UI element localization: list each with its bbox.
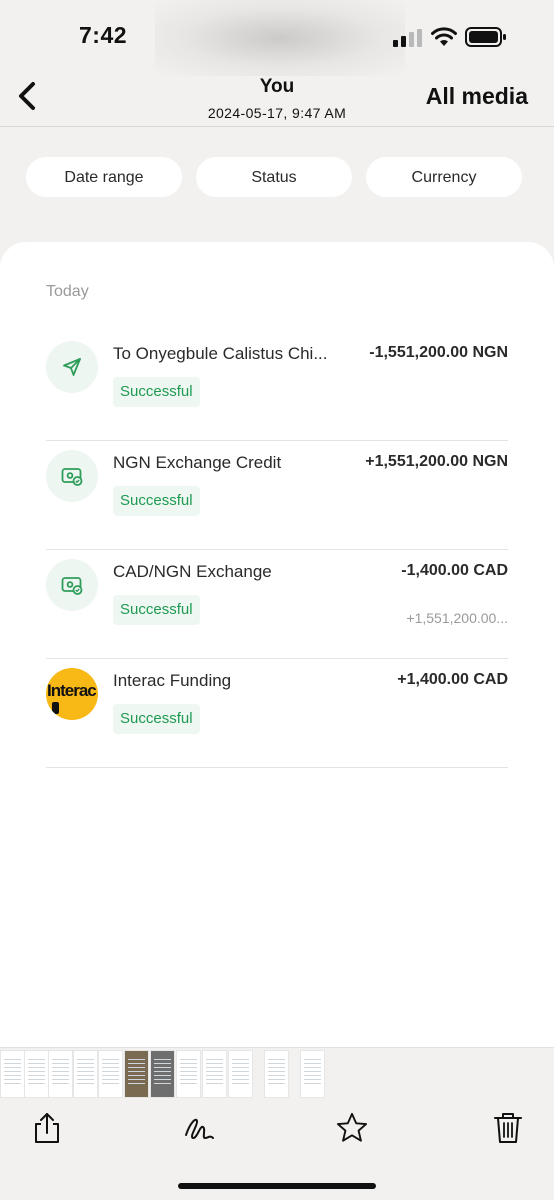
exchange-icon xyxy=(46,559,98,611)
status-badge: Successful xyxy=(113,595,200,625)
photo-thumbnail-strip[interactable] xyxy=(0,1047,554,1099)
photo-thumbnail[interactable] xyxy=(48,1050,73,1098)
photo-thumbnail[interactable] xyxy=(124,1050,149,1098)
photo-thumbnail[interactable] xyxy=(0,1050,25,1098)
photo-thumbnail[interactable] xyxy=(264,1050,289,1098)
exchange-icon xyxy=(46,450,98,502)
star-icon[interactable] xyxy=(336,1111,368,1145)
filter-status[interactable]: Status xyxy=(196,157,352,197)
cellular-signal-icon xyxy=(393,29,422,47)
transactions-card: Today To Onyegbule Calistus Chi... -1,55… xyxy=(0,242,554,1052)
transaction-row[interactable]: CAD/NGN Exchange -1,400.00 CAD +1,551,20… xyxy=(46,550,508,659)
status-badge: Successful xyxy=(113,486,200,516)
row-divider xyxy=(46,767,508,768)
filter-currency[interactable]: Currency xyxy=(366,157,522,197)
status-bar: 7:42 xyxy=(0,0,554,76)
transaction-amount: +1,551,200.00 NGN xyxy=(365,453,508,470)
bottom-toolbar xyxy=(0,1099,554,1200)
send-arrow-icon xyxy=(46,341,98,393)
photo-thumbnail[interactable] xyxy=(176,1050,201,1098)
status-badge: Successful xyxy=(113,704,200,734)
transaction-title: To Onyegbule Calistus Chi... xyxy=(113,344,328,363)
transaction-amount: -1,551,200.00 NGN xyxy=(369,344,508,361)
status-badge: Successful xyxy=(113,377,200,407)
photo-thumbnail[interactable] xyxy=(73,1050,98,1098)
transaction-secondary-amount: +1,551,200.00... xyxy=(406,610,508,626)
transaction-amount: +1,400.00 CAD xyxy=(397,671,508,688)
status-time: 7:42 xyxy=(79,22,128,48)
markup-icon[interactable] xyxy=(183,1111,215,1145)
photo-thumbnail[interactable] xyxy=(202,1050,227,1098)
transaction-title: CAD/NGN Exchange xyxy=(113,562,272,581)
photo-thumbnail[interactable] xyxy=(300,1050,325,1098)
interac-logo-text: Interac xyxy=(47,681,97,700)
photo-thumbnail[interactable] xyxy=(228,1050,253,1098)
photo-thumbnail[interactable] xyxy=(150,1050,175,1098)
transaction-row[interactable]: Interac Interac Funding +1,400.00 CAD Su… xyxy=(46,659,508,768)
filter-date-range[interactable]: Date range xyxy=(26,157,182,197)
transaction-amount: -1,400.00 CAD xyxy=(401,562,508,579)
photo-thumbnail[interactable] xyxy=(98,1050,123,1098)
all-media-button[interactable]: All media xyxy=(426,83,528,110)
wifi-icon xyxy=(431,27,457,46)
header-divider xyxy=(0,126,554,127)
transaction-row[interactable]: NGN Exchange Credit +1,551,200.00 NGN Su… xyxy=(46,441,508,550)
section-label-today: Today xyxy=(46,283,89,300)
interac-logo-icon: Interac xyxy=(46,668,98,720)
transaction-row[interactable]: To Onyegbule Calistus Chi... -1,551,200.… xyxy=(46,332,508,441)
nav-header: You 2024-05-17, 9:47 AM All media xyxy=(0,70,554,126)
status-bar-blur xyxy=(155,0,405,76)
home-indicator[interactable] xyxy=(178,1183,376,1189)
interac-hand-mark xyxy=(52,702,59,714)
share-icon[interactable] xyxy=(31,1111,63,1145)
battery-icon xyxy=(465,27,506,47)
transaction-title: Interac Funding xyxy=(113,671,232,690)
trash-icon[interactable] xyxy=(492,1111,524,1145)
photo-thumbnail[interactable] xyxy=(24,1050,49,1098)
transaction-title: NGN Exchange Credit xyxy=(113,453,282,472)
